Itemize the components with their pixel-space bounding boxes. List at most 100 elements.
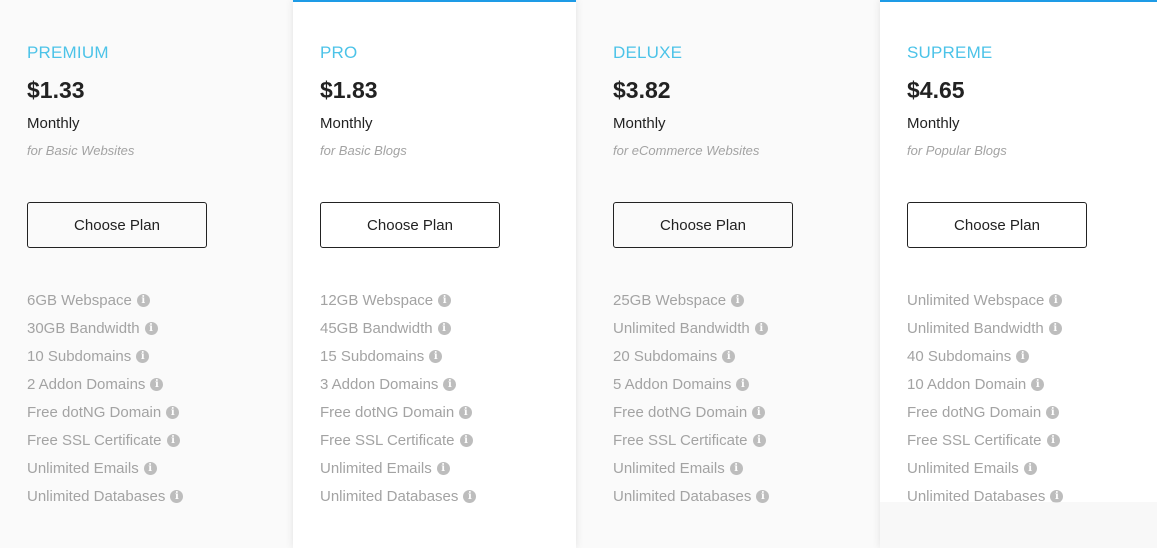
info-icon[interactable]: i [754,322,768,335]
info-icon[interactable]: i [731,294,745,307]
list-item: Free SSL Certificate i [907,432,1063,460]
plan-card-premium: PREMIUM $1.33 Monthly for Basic Websites… [0,0,293,548]
info-icon[interactable]: i [437,322,451,335]
feature-label: 5 Addon Domains [613,376,732,393]
feature-label: 10 Subdomains [27,348,132,365]
feature-label: Unlimited Databases [613,488,752,505]
info-icon[interactable]: i [463,490,477,503]
info-icon[interactable]: i [752,406,766,419]
choose-plan-button[interactable]: Choose Plan [907,202,1087,248]
info-icon[interactable]: i [166,434,180,447]
info-icon[interactable]: i [1046,434,1060,447]
feature-label: 30GB Bandwidth [27,320,140,337]
info-icon[interactable]: i [143,462,157,475]
info-icon[interactable]: i [1048,322,1062,335]
plan-period: Monthly [907,115,960,132]
choose-plan-button[interactable]: Choose Plan [613,202,793,248]
choose-plan-button[interactable]: Choose Plan [27,202,207,248]
list-item: 20 Subdomains i [613,348,769,376]
info-icon[interactable]: i [459,406,473,419]
feature-label: Free SSL Certificate [613,432,748,449]
feature-label: 25GB Webspace [613,292,727,309]
list-item: Unlimited Webspace i [907,292,1063,320]
plan-tagline: for Basic Blogs [320,143,407,158]
feature-label: Free dotNG Domain [613,404,748,421]
bottom-fade-overlay [880,502,1157,548]
info-icon[interactable]: i [1031,378,1045,391]
plan-card-deluxe: DELUXE $3.82 Monthly for eCommerce Websi… [586,0,880,548]
feature-label: Unlimited Bandwidth [907,320,1044,337]
plan-card-pro: PRO $1.83 Monthly for Basic Blogs Choose… [293,0,576,548]
list-item: Free SSL Certificate i [27,432,183,460]
feature-label: Free dotNG Domain [320,404,455,421]
pricing-plans: PREMIUM $1.33 Monthly for Basic Websites… [0,0,1157,548]
feature-label: Unlimited Bandwidth [613,320,750,337]
plan-price: $1.83 [320,77,378,103]
feature-label: 3 Addon Domains [320,376,439,393]
info-icon[interactable]: i [459,434,473,447]
list-item: 45GB Bandwidth i [320,320,476,348]
plan-card-supreme: SUPREME $4.65 Monthly for Popular Blogs … [880,0,1157,548]
feature-label: 15 Subdomains [320,348,425,365]
feature-list: Unlimited Webspace i Unlimited Bandwidth i… [907,292,1064,516]
feature-label: Unlimited Emails [320,460,432,477]
feature-label: 40 Subdomains [907,348,1012,365]
feature-label: Free dotNG Domain [27,404,162,421]
info-icon[interactable]: i [729,462,743,475]
info-icon[interactable]: i [144,322,158,335]
info-icon[interactable]: i [150,378,164,391]
list-item: Unlimited Bandwidth i [613,320,769,348]
list-item: Free SSL Certificate i [613,432,769,460]
info-icon[interactable]: i [1049,294,1063,307]
list-item: Free SSL Certificate i [320,432,476,460]
info-icon[interactable]: i [436,462,450,475]
info-icon[interactable]: i [756,490,770,503]
feature-label: Unlimited Databases [27,488,166,505]
list-item: 5 Addon Domains i [613,376,769,404]
feature-label: Unlimited Emails [613,460,725,477]
list-item: 40 Subdomains i [907,348,1063,376]
list-item: 10 Subdomains i [27,348,183,376]
list-item: 30GB Bandwidth i [27,320,183,348]
plan-name: PRO [320,43,358,62]
info-icon[interactable]: i [136,350,150,363]
list-item: 6GB Webspace i [27,292,183,320]
info-icon[interactable]: i [166,406,180,419]
plan-period: Monthly [320,115,373,132]
info-icon[interactable]: i [1016,350,1030,363]
list-item: Free dotNG Domain i [613,404,769,432]
plan-price: $4.65 [907,77,965,103]
feature-label: 20 Subdomains [613,348,718,365]
info-icon[interactable]: i [736,378,750,391]
list-item: Unlimited Databases i [27,488,184,516]
list-item: 3 Addon Domains i [320,376,476,404]
info-icon[interactable]: i [136,294,150,307]
info-icon[interactable]: i [1046,406,1060,419]
info-icon[interactable]: i [429,350,443,363]
plan-period: Monthly [613,115,666,132]
info-icon[interactable]: i [438,294,452,307]
info-icon[interactable]: i [722,350,736,363]
plan-price: $3.82 [613,77,671,103]
list-item: 12GB Webspace i [320,292,476,320]
list-item: Free dotNG Domain i [27,404,183,432]
feature-list: 6GB Webspace i 30GB Bandwidth i 10 Subdoma… [27,292,184,516]
list-item: 10 Addon Domain i [907,376,1063,404]
feature-list: 12GB Webspace i 45GB Bandwidth i 15 Subdom… [320,292,477,516]
feature-label: Free SSL Certificate [907,432,1042,449]
list-item: Unlimited Databases i [613,488,770,516]
plan-tagline: for Popular Blogs [907,143,1007,158]
info-icon[interactable]: i [170,490,184,503]
choose-plan-button[interactable]: Choose Plan [320,202,500,248]
list-item: Unlimited Bandwidth i [907,320,1063,348]
list-item: Free dotNG Domain i [907,404,1063,432]
info-icon[interactable]: i [752,434,766,447]
list-item: Unlimited Emails i [320,460,476,488]
feature-label: Unlimited Emails [27,460,139,477]
plan-name: DELUXE [613,43,683,62]
feature-label: 6GB Webspace [27,292,132,309]
info-icon[interactable]: i [443,378,457,391]
info-icon[interactable]: i [1023,462,1037,475]
feature-label: Free dotNG Domain [907,404,1042,421]
feature-label: 2 Addon Domains [27,376,146,393]
